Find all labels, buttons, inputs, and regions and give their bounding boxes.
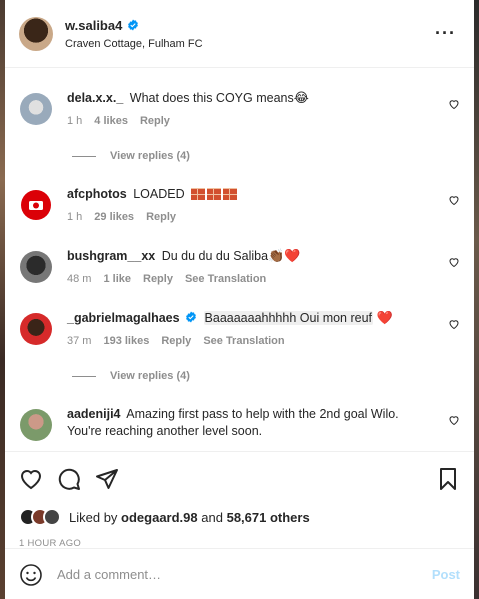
- comment-bubble-icon[interactable]: [57, 467, 81, 491]
- comment-text: Du du du du Saliba: [161, 249, 269, 263]
- action-icons: [19, 452, 460, 498]
- comment-username[interactable]: bushgram__xx: [67, 249, 155, 263]
- comment-item: dela.x.x._ What does this COYG means😂 1 …: [5, 90, 474, 142]
- comments-list[interactable]: dela.x.x._ What does this COYG means😂 1 …: [5, 68, 474, 451]
- commenter-avatar[interactable]: [20, 93, 52, 125]
- comment-body: dela.x.x._ What does this COYG means😂 1 …: [67, 90, 460, 142]
- verified-badge-icon: [186, 311, 196, 323]
- share-paper-plane-icon[interactable]: [95, 467, 119, 491]
- add-comment-bar: Post: [5, 548, 474, 599]
- more-options-button[interactable]: ···: [431, 19, 460, 48]
- liked-by-text: Liked by odegaard.98 and 58,671 others: [69, 510, 310, 525]
- comment-time: 1 h: [67, 115, 83, 127]
- more-horizontal-icon: ···: [435, 23, 456, 43]
- comment-time: 48 m: [67, 273, 92, 285]
- liked-by-and: and: [201, 509, 223, 525]
- comment-input[interactable]: [57, 567, 432, 582]
- commenter-avatar[interactable]: [20, 313, 52, 345]
- replies-divider: [72, 155, 96, 157]
- comment-text-row: _gabrielmagalhaes Baaaaaaahhhhh Oui mon …: [67, 310, 434, 327]
- comment-meta: 1 h 29 likes Reply: [67, 211, 434, 223]
- author-info: w.saliba4 Craven Cottage, Fulham FC: [65, 18, 203, 50]
- reply-button[interactable]: Reply: [161, 335, 191, 347]
- comment-username[interactable]: dela.x.x._: [67, 91, 123, 105]
- liker-avatar: [43, 508, 61, 526]
- bookmark-save-icon[interactable]: [436, 467, 460, 491]
- comment-likes[interactable]: 1 like: [103, 273, 131, 285]
- comment-item: bushgram__xx Du du du du Saliba👏🏾❤️ 48 m…: [5, 248, 474, 310]
- comment-text: Baaaaaaahhhhh Oui mon reuf: [203, 311, 374, 325]
- comment-meta: 37 m 193 likes Reply See Translation: [67, 335, 434, 347]
- comment-time: 1 h: [67, 211, 83, 223]
- comment-emoji: 👏🏾❤️: [268, 249, 301, 264]
- commenter-avatar[interactable]: [20, 409, 52, 441]
- reply-button[interactable]: Reply: [140, 115, 170, 127]
- brick-emoji-icon: [223, 188, 238, 200]
- reply-button[interactable]: Reply: [146, 211, 176, 223]
- liked-by-prefix: Liked by: [69, 509, 118, 525]
- comment-item: afcphotos LOADED 1 h 29 likes Reply: [5, 186, 474, 248]
- author-name-row: w.saliba4: [65, 18, 203, 33]
- like-heart-icon[interactable]: [19, 467, 43, 491]
- author-avatar[interactable]: [19, 16, 53, 51]
- commenter-avatar[interactable]: [20, 189, 52, 221]
- comment-likes[interactable]: 29 likes: [94, 211, 134, 223]
- comment-emoji: 😂: [293, 91, 309, 106]
- like-comment-heart-icon[interactable]: [448, 256, 460, 268]
- commenter-avatar[interactable]: [20, 251, 52, 283]
- comment-item: _gabrielmagalhaes Baaaaaaahhhhh Oui mon …: [5, 310, 474, 362]
- comment-username[interactable]: aadeniji4: [67, 407, 121, 421]
- like-comment-heart-icon[interactable]: [448, 98, 460, 110]
- see-translation-button[interactable]: See Translation: [185, 273, 266, 285]
- liked-by-user[interactable]: odegaard.98: [121, 510, 198, 525]
- view-replies-label: View replies (4): [110, 150, 190, 162]
- comment-time: 37 m: [67, 335, 92, 347]
- post-location[interactable]: Craven Cottage, Fulham FC: [65, 38, 203, 50]
- comment-body: _gabrielmagalhaes Baaaaaaahhhhh Oui mon …: [67, 310, 460, 362]
- likes-summary: Liked by odegaard.98 and 58,671 others: [19, 508, 460, 526]
- like-comment-heart-icon[interactable]: [448, 318, 460, 330]
- afc-logo-icon: [21, 190, 51, 220]
- like-comment-heart-icon[interactable]: [448, 194, 460, 206]
- verified-badge-icon: [128, 19, 139, 31]
- comment-meta: 1 h 4 likes Reply: [67, 115, 434, 127]
- like-comment-heart-icon[interactable]: [448, 414, 460, 426]
- comment-text-row: afcphotos LOADED: [67, 186, 434, 203]
- post-panel: w.saliba4 Craven Cottage, Fulham FC ··· …: [5, 0, 474, 599]
- emoji-smiley-icon[interactable]: [19, 563, 43, 587]
- author-username[interactable]: w.saliba4: [65, 18, 122, 33]
- comment-body: bushgram__xx Du du du du Saliba👏🏾❤️ 48 m…: [67, 248, 460, 310]
- comment-username[interactable]: _gabrielmagalhaes: [67, 311, 180, 325]
- liked-by-others[interactable]: 58,671 others: [227, 510, 310, 525]
- comment-meta: 48 m 1 like Reply See Translation: [67, 273, 434, 285]
- see-translation-button[interactable]: See Translation: [203, 335, 284, 347]
- comment-body: afcphotos LOADED 1 h 29 likes Reply: [67, 186, 460, 248]
- replies-divider: [72, 375, 96, 377]
- reply-button[interactable]: Reply: [143, 273, 173, 285]
- view-replies-button[interactable]: View replies (4): [72, 146, 474, 166]
- comment-body: aadeniji4 Amazing first pass to help wit…: [67, 406, 460, 441]
- background-photo-right-edge: [474, 0, 479, 599]
- brick-emoji-group: [191, 188, 238, 200]
- comment-text: What does this COYG means: [129, 91, 294, 105]
- post-comment-button[interactable]: Post: [432, 567, 460, 582]
- comment-text-row: bushgram__xx Du du du du Saliba👏🏾❤️: [67, 248, 434, 265]
- view-replies-button[interactable]: View replies (4): [72, 366, 474, 386]
- comment-item: aadeniji4 Amazing first pass to help wit…: [5, 406, 474, 441]
- brick-emoji-icon: [191, 188, 206, 200]
- liker-avatars: [19, 508, 61, 526]
- comment-text-row: dela.x.x._ What does this COYG means😂: [67, 90, 434, 107]
- comment-text-row: aadeniji4 Amazing first pass to help wit…: [67, 406, 434, 440]
- comment-username[interactable]: afcphotos: [67, 187, 127, 201]
- comment-likes[interactable]: 4 likes: [94, 115, 128, 127]
- comment-likes[interactable]: 193 likes: [103, 335, 149, 347]
- post-header: w.saliba4 Craven Cottage, Fulham FC ···: [5, 0, 474, 68]
- view-replies-label: View replies (4): [110, 370, 190, 382]
- comment-text: LOADED: [133, 187, 185, 201]
- comment-emoji: ❤️: [376, 311, 393, 326]
- brick-emoji-icon: [207, 188, 222, 200]
